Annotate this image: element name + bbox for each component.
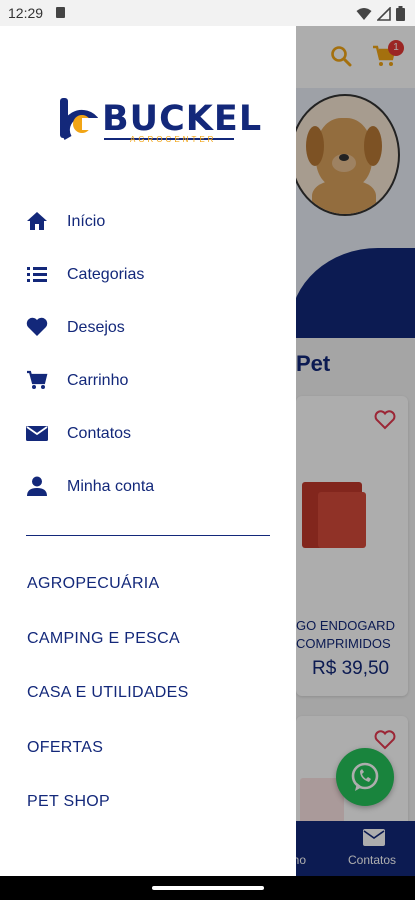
menu-label: Desejos bbox=[67, 319, 125, 336]
category-item-casa-e-utilidades[interactable]: CASA E UTILIDADES bbox=[0, 666, 296, 721]
menu-item-contatos[interactable]: Contatos bbox=[0, 408, 296, 461]
menu-item-minha-conta[interactable]: Minha conta bbox=[0, 461, 296, 514]
buckel-logo: BUCKEL AGROCENTER bbox=[60, 98, 261, 144]
heart-icon bbox=[26, 317, 48, 336]
drawer-menu: Início Categorias Desejos Carrinho Conta… bbox=[0, 196, 296, 514]
category-list: AGROPECUÁRIA CAMPING E PESCA CASA E UTIL… bbox=[0, 557, 296, 830]
wifi-icon bbox=[356, 7, 372, 20]
menu-label: Carrinho bbox=[67, 372, 129, 389]
menu-item-inicio[interactable]: Início bbox=[0, 196, 296, 249]
status-icons bbox=[356, 6, 405, 21]
mail-icon bbox=[26, 426, 48, 441]
list-icon bbox=[27, 267, 47, 282]
logo-subtitle: AGROCENTER bbox=[130, 135, 217, 144]
menu-item-carrinho[interactable]: Carrinho bbox=[0, 355, 296, 408]
gesture-bar bbox=[0, 876, 415, 900]
menu-label: Minha conta bbox=[67, 478, 155, 495]
home-gesture-handle[interactable] bbox=[152, 886, 264, 890]
category-item-pet-shop[interactable]: PET SHOP bbox=[0, 775, 296, 830]
logo-mark-icon bbox=[60, 98, 100, 140]
person-icon bbox=[27, 476, 47, 496]
status-bar: 12:29 bbox=[0, 0, 415, 26]
navigation-drawer: BUCKEL AGROCENTER Início Categorias Dese… bbox=[0, 26, 296, 876]
menu-item-desejos[interactable]: Desejos bbox=[0, 302, 296, 355]
category-label: CAMPING E PESCA bbox=[27, 629, 180, 647]
category-label: OFERTAS bbox=[27, 738, 104, 756]
category-label: AGROPECUÁRIA bbox=[27, 575, 160, 592]
category-label: PET SHOP bbox=[27, 793, 111, 810]
home-icon bbox=[27, 212, 47, 230]
menu-divider bbox=[26, 535, 270, 536]
category-label: CASA E UTILIDADES bbox=[27, 684, 189, 701]
sd-card-icon bbox=[56, 7, 65, 18]
logo-wordmark: BUCKEL bbox=[102, 99, 263, 139]
menu-label: Contatos bbox=[67, 425, 132, 442]
menu-label: Categorias bbox=[67, 266, 145, 283]
category-item-camping-e-pesca[interactable]: CAMPING E PESCA bbox=[0, 612, 296, 667]
signal-icon bbox=[377, 6, 391, 21]
category-item-agropecuaria[interactable]: AGROPECUÁRIA bbox=[0, 557, 296, 612]
status-time: 12:29 bbox=[8, 5, 44, 21]
battery-icon bbox=[396, 6, 405, 21]
menu-item-categorias[interactable]: Categorias bbox=[0, 249, 296, 302]
menu-label: Início bbox=[67, 213, 106, 230]
category-item-ofertas[interactable]: OFERTAS bbox=[0, 721, 296, 776]
cart-icon bbox=[27, 370, 48, 389]
